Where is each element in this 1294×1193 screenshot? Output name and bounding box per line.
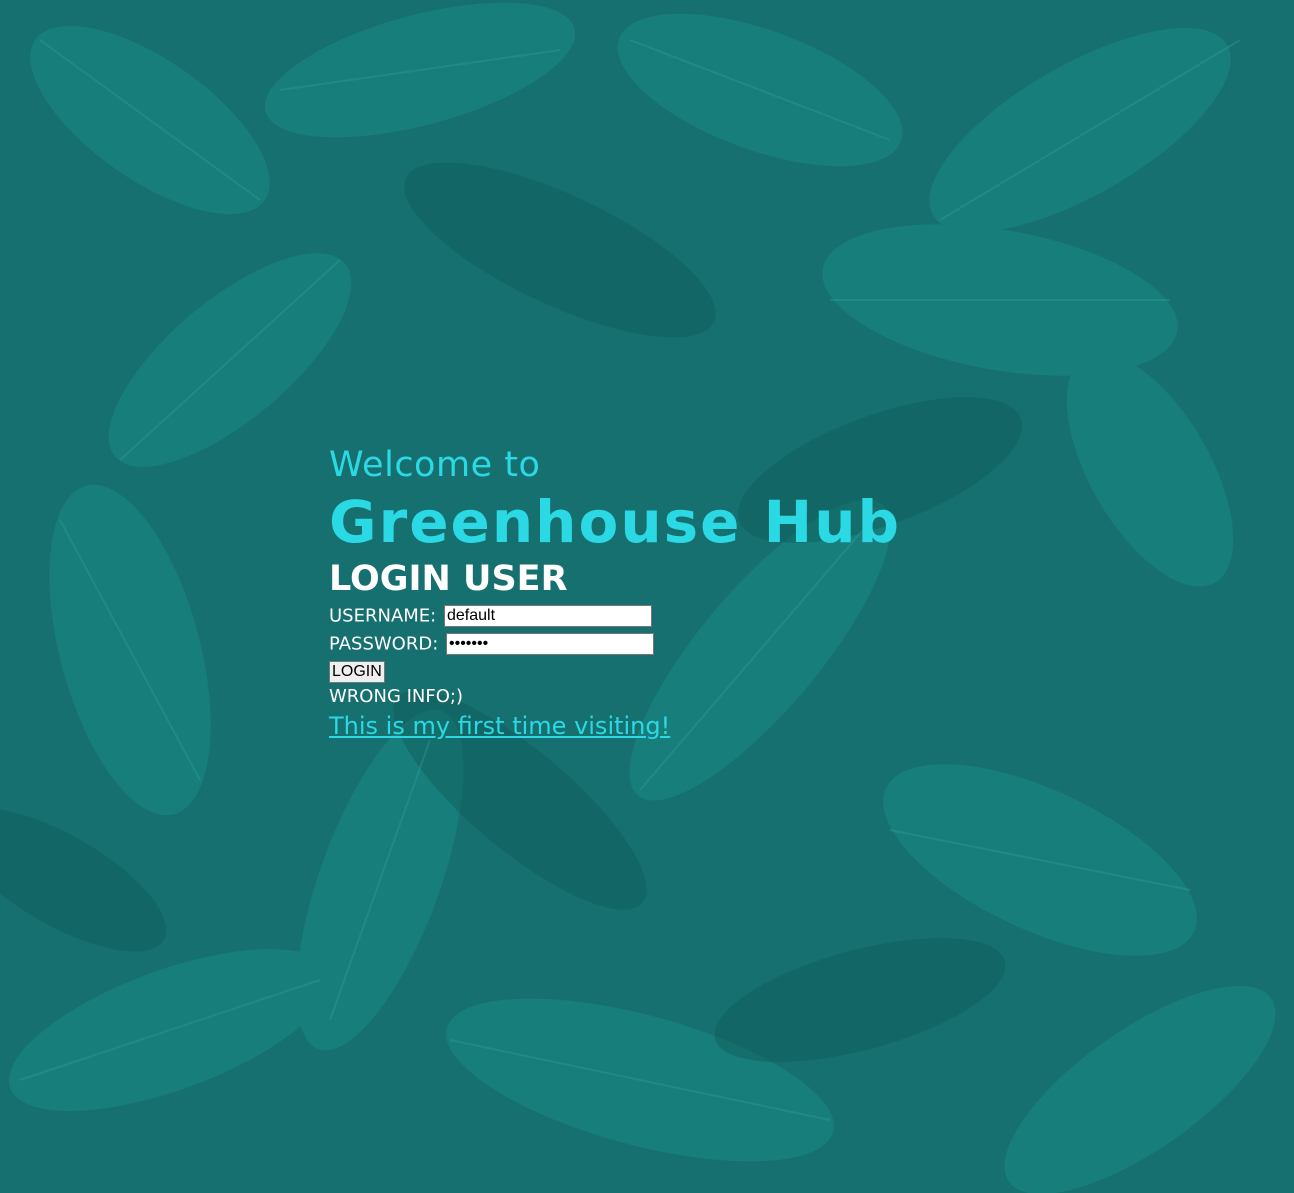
login-button-row: LOGIN [329,661,901,683]
username-input[interactable] [443,605,652,627]
username-row: USERNAME: [329,602,901,630]
brand-title: Greenhouse Hub [329,488,902,556]
password-label: PASSWORD: [329,633,439,654]
login-panel: Welcome to Greenhouse Hub LOGIN USER USE… [329,444,901,742]
login-heading: LOGIN USER [329,559,568,599]
login-button[interactable]: LOGIN [329,661,385,683]
first-visit-link[interactable]: This is my first time visiting! [329,710,670,742]
status-message: WRONG INFO;) [329,686,463,707]
username-label: USERNAME: [329,605,437,627]
welcome-text: Welcome to [329,445,541,485]
password-input[interactable] [446,632,654,655]
password-row: PASSWORD: [329,630,901,658]
